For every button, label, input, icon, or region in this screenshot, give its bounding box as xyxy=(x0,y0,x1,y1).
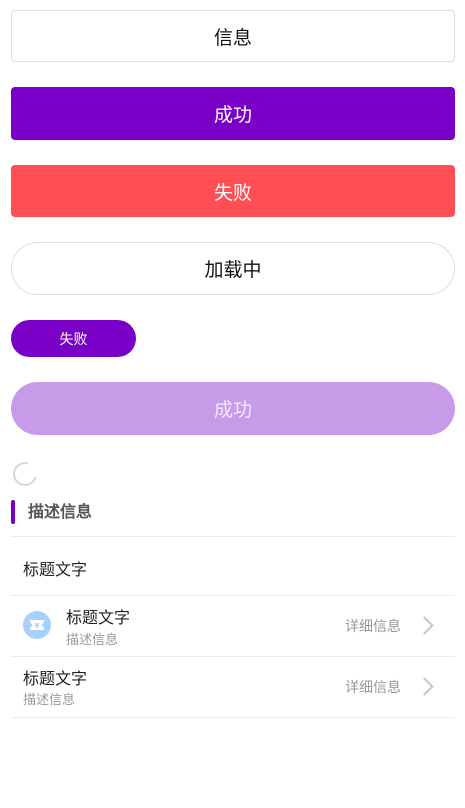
divider xyxy=(11,656,455,657)
divider xyxy=(11,595,455,596)
cell-detail: 详细信息 xyxy=(345,680,401,696)
success-button[interactable]: 成功 xyxy=(11,87,455,140)
loading-spinner-icon xyxy=(8,457,42,491)
cell-title: 标题文字 xyxy=(66,608,131,627)
small-fail-button[interactable]: 失败 xyxy=(11,320,136,357)
ticket-icon xyxy=(23,611,51,639)
cell-title: 标题文字 xyxy=(23,669,88,688)
divider xyxy=(11,536,455,537)
fail-button[interactable]: 失败 xyxy=(11,165,455,217)
loading-button[interactable]: 加载中 xyxy=(11,242,455,295)
cell-detail: 详细信息 xyxy=(345,619,401,635)
info-button[interactable]: 信息 xyxy=(11,10,455,62)
section-title: 描述信息 xyxy=(28,502,93,521)
cell-description: 描述信息 xyxy=(66,633,119,648)
cell-title: 标题文字 xyxy=(23,560,88,579)
section-accent-bar xyxy=(11,500,15,524)
disabled-success-button: 成功 xyxy=(11,382,455,435)
cell-description: 描述信息 xyxy=(23,693,76,708)
divider xyxy=(11,717,455,718)
chevron-right-icon xyxy=(415,677,434,696)
chevron-right-icon xyxy=(415,616,434,635)
